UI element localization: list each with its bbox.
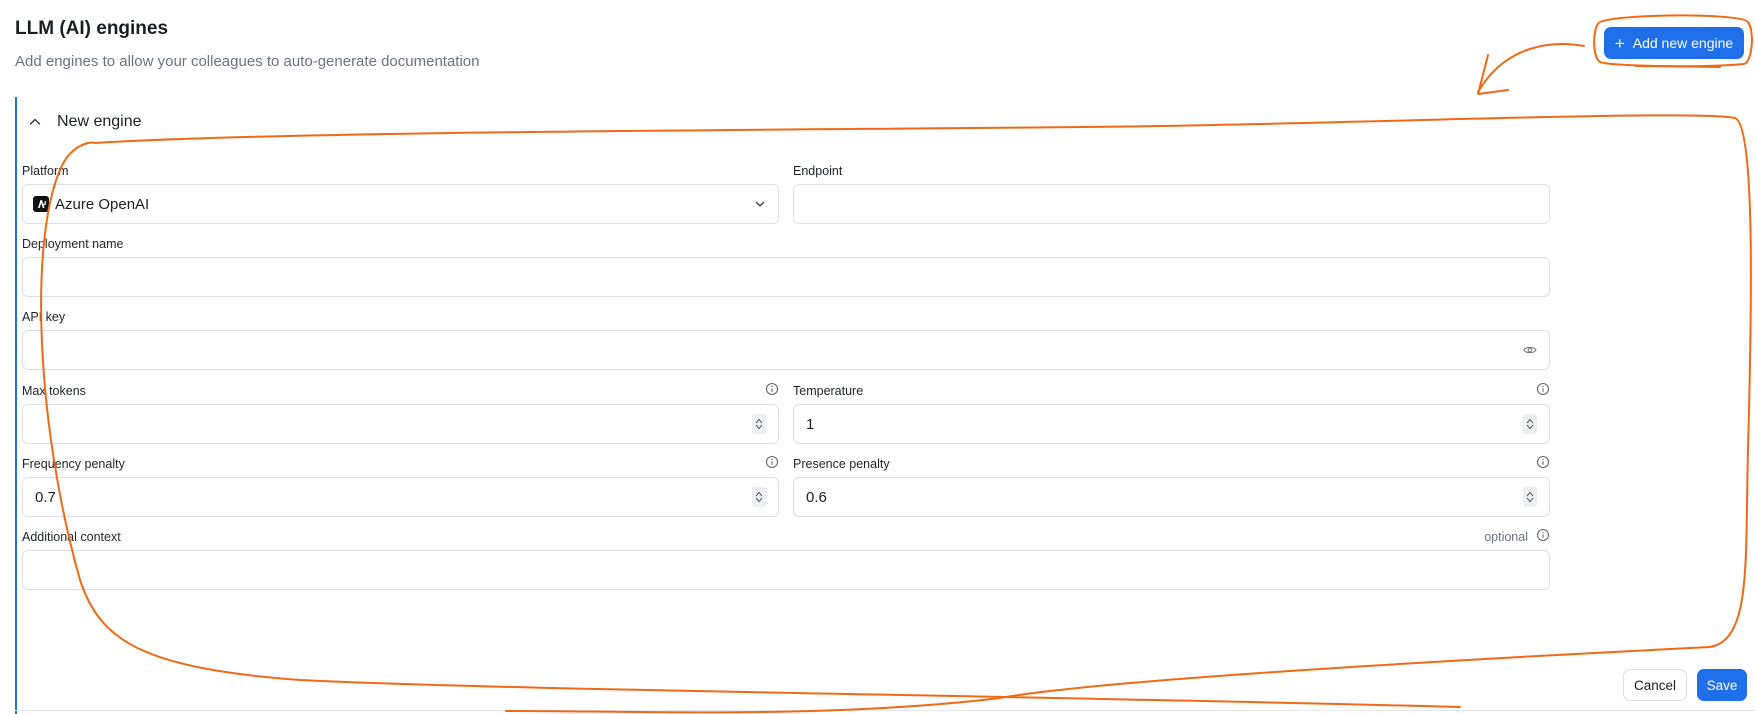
temperature-input[interactable]: 1	[793, 404, 1550, 444]
number-stepper[interactable]	[752, 414, 766, 434]
annotation-arrowhead	[1477, 54, 1509, 95]
endpoint-label: Endpoint	[793, 164, 843, 178]
save-button[interactable]: Save	[1697, 669, 1747, 701]
presence-penalty-label: Presence penalty	[793, 457, 890, 471]
divider	[15, 710, 1755, 711]
platform-select[interactable]: Azure OpenAI	[22, 184, 779, 224]
temperature-label: Temperature	[793, 384, 864, 398]
cancel-button[interactable]: Cancel	[1623, 669, 1687, 701]
additional-context-label: Additional context	[22, 530, 121, 544]
panel-title: New engine	[57, 113, 142, 130]
deployment-name-input[interactable]	[22, 257, 1550, 297]
additional-context-field: Additional context optional	[22, 528, 1550, 590]
add-new-engine-button[interactable]: + Add new engine	[1604, 27, 1744, 59]
max-tokens-input[interactable]	[22, 404, 779, 444]
endpoint-field: Endpoint	[793, 164, 1550, 224]
azure-openai-logo-icon	[33, 196, 49, 212]
deployment-name-field: Deployment name	[22, 237, 1550, 297]
deployment-name-label: Deployment name	[22, 237, 124, 251]
number-stepper[interactable]	[1523, 487, 1537, 507]
page-subtitle: Add engines to allow your colleagues to …	[15, 53, 480, 70]
frequency-penalty-field: Frequency penalty 0.7	[22, 455, 779, 517]
plus-icon: +	[1614, 33, 1625, 53]
platform-value: Azure OpenAI	[55, 195, 150, 213]
annotation-underline	[1635, 65, 1721, 68]
platform-field: Platform Azure OpenAI	[22, 164, 779, 224]
platform-label: Platform	[22, 164, 69, 178]
add-new-engine-label: Add new engine	[1632, 35, 1734, 51]
endpoint-input[interactable]	[793, 184, 1550, 224]
panel-collapse-toggle[interactable]: New engine	[27, 113, 142, 131]
presence-penalty-value: 0.6	[806, 488, 827, 506]
info-icon[interactable]	[765, 455, 779, 469]
page-title: LLM (AI) engines	[15, 18, 169, 39]
presence-penalty-field: Presence penalty 0.6	[793, 455, 1550, 517]
frequency-penalty-value: 0.7	[35, 488, 56, 506]
eye-icon[interactable]	[1523, 343, 1537, 357]
temperature-field: Temperature 1	[793, 382, 1550, 444]
additional-context-input[interactable]	[22, 550, 1550, 590]
api-key-field: API key	[22, 310, 1550, 370]
number-stepper[interactable]	[1523, 414, 1537, 434]
number-stepper[interactable]	[752, 487, 766, 507]
max-tokens-field: Max tokens	[22, 382, 779, 444]
info-icon[interactable]	[765, 382, 779, 396]
frequency-penalty-label: Frequency penalty	[22, 457, 125, 471]
info-icon[interactable]	[1536, 528, 1550, 542]
chevron-up-icon	[29, 118, 41, 125]
optional-label: optional	[1484, 530, 1528, 544]
max-tokens-label: Max tokens	[22, 384, 86, 398]
chevron-down-icon	[755, 201, 765, 207]
frequency-penalty-input[interactable]: 0.7	[22, 477, 779, 517]
info-icon[interactable]	[1536, 455, 1550, 469]
annotation-arrow	[1477, 43, 1585, 93]
info-icon[interactable]	[1536, 382, 1550, 396]
presence-penalty-input[interactable]: 0.6	[793, 477, 1550, 517]
temperature-value: 1	[806, 415, 815, 433]
api-key-label: API key	[22, 310, 66, 324]
api-key-input[interactable]	[22, 330, 1550, 370]
